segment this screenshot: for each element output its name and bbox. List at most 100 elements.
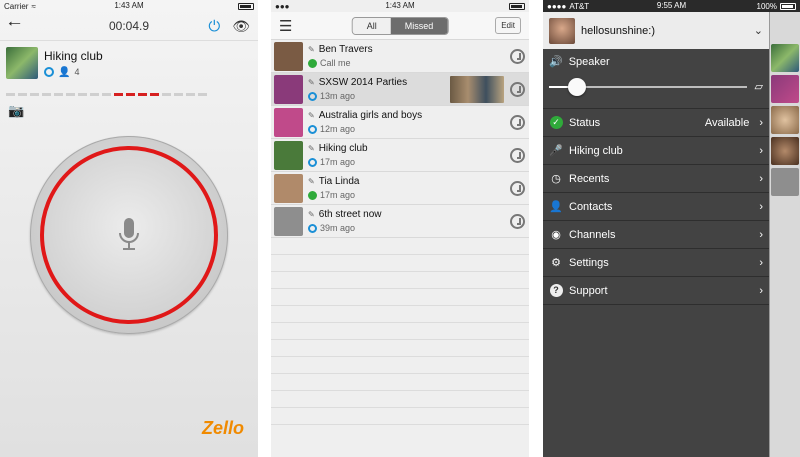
- menu-item-label: Hiking club: [569, 144, 623, 157]
- pin-icon: ✎: [308, 78, 315, 87]
- row-name: 6th street now: [318, 209, 382, 220]
- replay-icon[interactable]: [510, 147, 525, 163]
- volume-knob[interactable]: [567, 77, 586, 96]
- sidebar-channel-sxsw[interactable]: [771, 75, 799, 103]
- history-list: ✎ Ben Travers Call me ✎ SXSW 2014 Parties 13m…: [271, 40, 529, 238]
- menu-item-recents[interactable]: ◷ Recents ›: [543, 165, 769, 193]
- menu-item-channels[interactable]: ◉ Channels ›: [543, 221, 769, 249]
- chevron-down-icon[interactable]: ⌄: [754, 24, 763, 37]
- level-segment: [126, 93, 135, 96]
- push-to-talk-button[interactable]: [30, 136, 228, 334]
- pin-icon: ✎: [308, 177, 315, 186]
- menu-item-label: Support: [569, 284, 608, 297]
- empty-row: [271, 323, 529, 340]
- online-status-icon: [44, 67, 54, 77]
- replay-icon[interactable]: [510, 48, 525, 64]
- history-row[interactable]: ✎ Hiking club 17m ago: [271, 139, 529, 172]
- signal-icon: ●●●●: [547, 1, 567, 11]
- sidebar-group-icon[interactable]: [771, 168, 799, 196]
- avatar: [274, 173, 303, 203]
- row-subtitle: 13m ago: [320, 91, 356, 101]
- tab-missed[interactable]: Missed: [390, 17, 448, 34]
- empty-row: [271, 272, 529, 289]
- level-segment: [90, 93, 99, 96]
- row-subtitle: Call me: [320, 58, 351, 68]
- sidebar-contact-tia[interactable]: [771, 106, 799, 134]
- power-icon[interactable]: ⏻: [208, 18, 220, 35]
- history-row[interactable]: ✎ Australia girls and boys 12m ago: [271, 106, 529, 139]
- menu-item-contacts[interactable]: 👤 Contacts ›: [543, 193, 769, 221]
- level-segment: [162, 93, 171, 96]
- eye-icon[interactable]: 👁: [232, 18, 250, 35]
- speaker-icon: 🔊: [549, 56, 563, 68]
- menu-item-support[interactable]: ? Support ›: [543, 277, 769, 305]
- channel-name: Hiking club: [44, 48, 103, 63]
- gear-icon: ⚙: [551, 257, 561, 269]
- replay-icon[interactable]: [510, 180, 525, 196]
- empty-row: [271, 374, 529, 391]
- tab-all[interactable]: All: [352, 17, 391, 34]
- battery-icon: [238, 2, 254, 10]
- blue-ring-icon: [308, 157, 317, 167]
- empty-row: [271, 340, 529, 357]
- sidebar-channel-hiking[interactable]: [771, 44, 799, 72]
- status-time: 1:43 AM: [385, 1, 415, 10]
- menu-item-value: Available: [704, 116, 750, 129]
- level-segment: [102, 93, 111, 96]
- blue-ring-icon: [308, 91, 317, 101]
- empty-row: [271, 357, 529, 374]
- avatar: [274, 41, 303, 71]
- side-menu: hellosunshine:) ⌄ 🔊 Speaker ▱ ✓ Status Ava…: [543, 12, 769, 457]
- chevron-right-icon: ›: [759, 256, 763, 269]
- phone-menu-screen: ●●●● AT&T 9:55 AM 100% hellosunshine:) ⌄…: [543, 0, 800, 457]
- carrier-label: Carrier: [4, 1, 29, 11]
- photo-thumbnail[interactable]: [450, 75, 504, 103]
- menu-item-label: Settings: [569, 256, 609, 269]
- replay-icon[interactable]: [510, 114, 525, 130]
- level-segment: [6, 93, 15, 96]
- menu-item-hiking-club[interactable]: 🎤 Hiking club ›: [543, 137, 769, 165]
- menu-icon[interactable]: ☰: [279, 17, 292, 35]
- pin-icon: ✎: [308, 144, 315, 153]
- avatar: [549, 17, 575, 44]
- history-row[interactable]: ✎ 6th street now 39m ago: [271, 205, 529, 238]
- level-segment: [186, 93, 195, 96]
- row-subtitle: 17m ago: [320, 190, 356, 200]
- menu-item-settings[interactable]: ⚙ Settings ›: [543, 249, 769, 277]
- row-subtitle: 12m ago: [320, 124, 356, 134]
- clock-icon: ◷: [551, 173, 561, 185]
- zello-logo: Zello: [201, 418, 244, 438]
- filter-segmented-control: All Missed: [351, 16, 449, 35]
- empty-row: [271, 289, 529, 306]
- menu-item-label: Contacts: [569, 200, 613, 213]
- level-segment: [30, 93, 39, 96]
- volume-slider[interactable]: [549, 77, 747, 96]
- menu-item-label: Channels: [569, 228, 616, 241]
- level-segment: [42, 93, 51, 96]
- history-row[interactable]: ✎ Ben Travers Call me: [271, 40, 529, 73]
- empty-row: [271, 391, 529, 408]
- camera-icon[interactable]: 📷: [8, 103, 24, 118]
- current-channel[interactable]: Hiking club 👤 4: [0, 40, 258, 85]
- level-segment: [78, 93, 87, 96]
- avatar: [274, 74, 303, 104]
- edit-button[interactable]: Edit: [495, 17, 521, 34]
- user-header[interactable]: hellosunshine:) ⌄: [543, 12, 769, 49]
- history-row[interactable]: ✎ SXSW 2014 Parties 13m ago: [271, 73, 529, 106]
- wifi-icon: ≈: [31, 1, 36, 11]
- channel-icon: ◉: [551, 229, 561, 241]
- history-row[interactable]: ✎ Tia Linda 17m ago: [271, 172, 529, 205]
- speaker-label: Speaker: [568, 55, 610, 68]
- username: hellosunshine:): [581, 24, 655, 37]
- level-segment: [138, 93, 147, 96]
- talk-ring: [40, 146, 218, 324]
- airplay-icon[interactable]: ▱: [755, 80, 763, 93]
- microphone-icon: [119, 218, 139, 250]
- replay-icon[interactable]: [510, 213, 525, 229]
- sidebar-contact-ben[interactable]: [771, 137, 799, 165]
- menu-item-status[interactable]: ✓ Status Available ›: [543, 109, 769, 137]
- row-name: Australia girls and boys: [318, 110, 423, 121]
- replay-icon[interactable]: [510, 81, 525, 97]
- battery-percent: 100%: [756, 1, 777, 11]
- chevron-right-icon: ›: [759, 284, 763, 297]
